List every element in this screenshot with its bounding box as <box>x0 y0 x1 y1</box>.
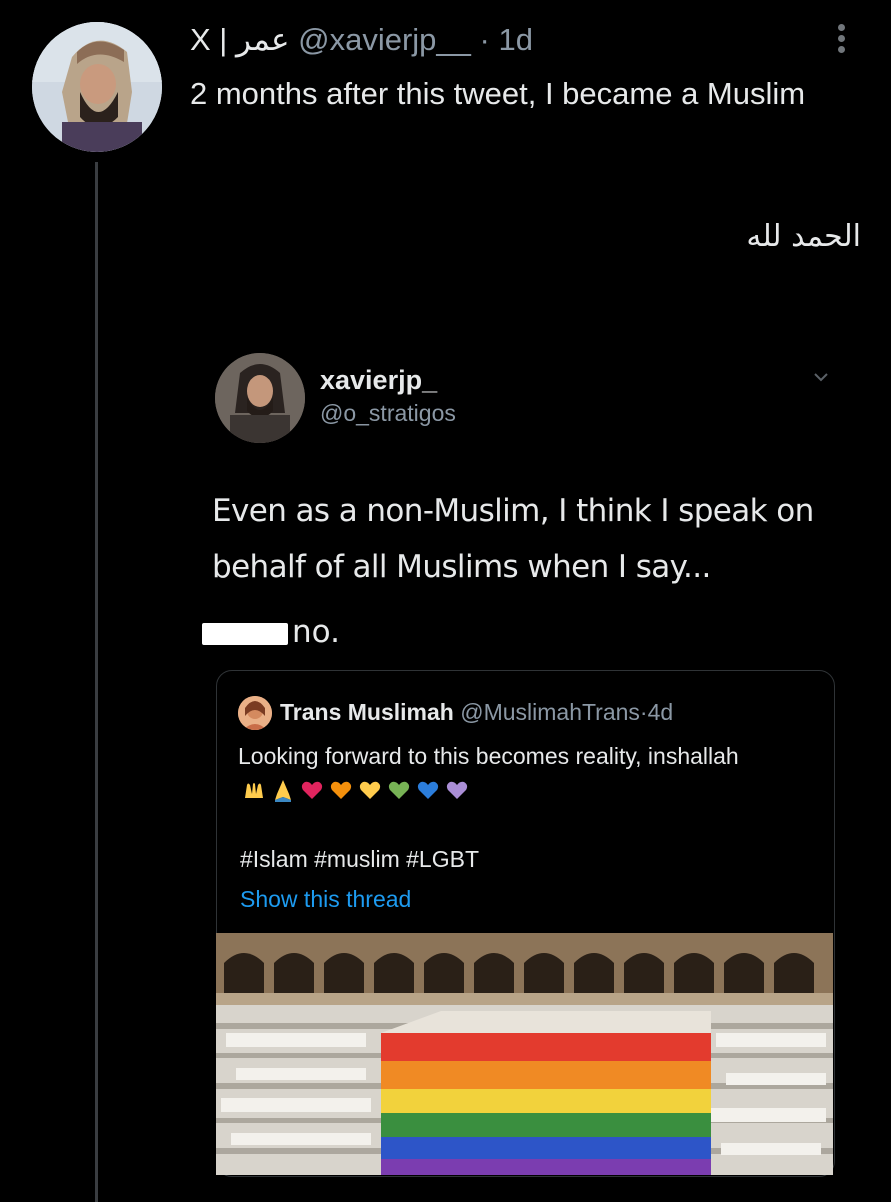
meta-separator: · <box>479 22 490 57</box>
censored-suffix: no. <box>292 614 340 650</box>
quoted-display-name: Trans Muslimah <box>280 699 454 725</box>
open-hands-icon <box>245 782 263 798</box>
yellow-heart-icon <box>359 781 381 799</box>
display-name[interactable]: X | عمر <box>190 22 290 57</box>
embedded-tweet-censored-line: no. <box>202 610 340 654</box>
embedded-display-name: xavierjp_ <box>320 365 438 395</box>
embedded-tweet-text: Even as a non-Muslim, I think I speak on… <box>212 493 814 585</box>
chevron-down-icon <box>812 368 830 386</box>
quoted-tweet-text: Looking forward to this becomes reality,… <box>238 740 818 804</box>
embedded-avatar-photo <box>215 353 305 443</box>
blue-heart-icon <box>417 781 439 799</box>
green-heart-icon <box>388 781 410 799</box>
kaaba-rainbow-photo <box>216 933 833 1175</box>
user-handle[interactable]: @xavierjp__ <box>298 22 471 57</box>
censor-bar <box>202 622 288 645</box>
purple-heart-icon <box>446 781 468 799</box>
thread-line <box>95 162 98 1202</box>
orange-heart-icon <box>330 781 352 799</box>
quoted-meta-separator: · <box>639 699 648 725</box>
quoted-tweet-header: Trans Muslimah @MuslimahTrans·4d <box>280 697 673 727</box>
embedded-avatar <box>215 353 305 443</box>
quoted-hashtags: #Islam #muslim #LGBT <box>240 846 480 872</box>
quoted-tweet-body: Looking forward to this becomes reality,… <box>238 743 739 769</box>
red-heart-icon <box>301 781 323 799</box>
emoji-row <box>242 778 469 802</box>
tweet-timestamp[interactable]: 1d <box>498 22 532 57</box>
show-thread-link: Show this thread <box>240 886 412 912</box>
tweet-header: X | عمر @xavierjp__ · 1d <box>190 20 533 60</box>
tweet-text: 2 months after this tweet, I became a Mu… <box>190 76 806 111</box>
quoted-avatar <box>238 696 272 730</box>
more-options-icon[interactable] <box>836 24 846 54</box>
quoted-handle: @MuslimahTrans <box>460 699 640 725</box>
avatar-photo <box>32 22 162 152</box>
tweet-text-arabic: الحمد لله <box>746 219 861 254</box>
quoted-tweet-photo <box>216 933 833 1175</box>
quoted-timestamp: 4d <box>647 699 674 725</box>
avatar[interactable] <box>32 22 162 152</box>
embedded-handle: @o_stratigos <box>320 400 456 426</box>
folded-hands-icon <box>275 779 291 802</box>
